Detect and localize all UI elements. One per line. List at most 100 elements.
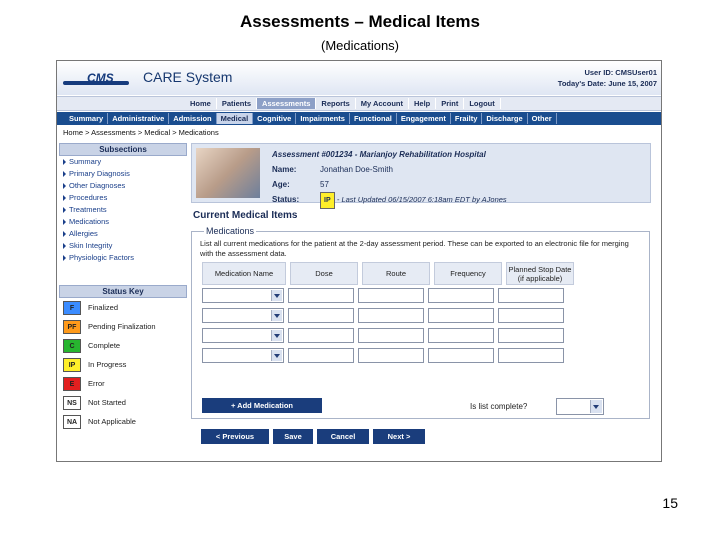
chevron-down-icon[interactable] [271, 350, 282, 361]
sidebar-item-label: Primary Diagnosis [69, 169, 130, 178]
tab-summary[interactable]: Summary [65, 113, 109, 124]
status-badge-icon: NA [63, 414, 81, 429]
sidebar-item-label: Treatments [69, 205, 107, 214]
add-medication-button[interactable]: + Add Medication [202, 398, 322, 413]
section-title: Current Medical Items [193, 210, 298, 221]
sub-nav: Summary Administrative Admission Medical Cog… [57, 112, 661, 125]
medication-name-select[interactable] [202, 288, 284, 303]
dose-input[interactable] [288, 288, 354, 303]
logo-text: CMS [87, 71, 114, 85]
breadcrumb: Home > Assessments > Medical > Medicatio… [63, 128, 219, 137]
tab-discharge[interactable]: Discharge [482, 113, 528, 124]
sidebar-item-skin-integrity[interactable]: Skin Integrity [59, 240, 187, 252]
assessment-info: Assessment #001234 - Marianjoy Rehabilit… [272, 147, 507, 209]
frequency-input[interactable] [428, 288, 494, 303]
medication-name-select[interactable] [202, 348, 284, 363]
stop-date-input[interactable] [498, 288, 564, 303]
tab-medical[interactable]: Medical [216, 113, 254, 124]
status-key-header: Status Key [59, 285, 187, 298]
stop-date-input[interactable] [498, 328, 564, 343]
sidebar-item-medications[interactable]: Medications [59, 216, 187, 228]
status-key-label: Not Started [88, 398, 126, 407]
column-header-route: Route [362, 262, 430, 285]
frequency-input[interactable] [428, 348, 494, 363]
previous-button[interactable]: < Previous [201, 429, 269, 444]
nav-item-patients[interactable]: Patients [217, 98, 258, 109]
chevron-down-icon[interactable] [271, 310, 282, 321]
status-key-label: Pending Finalization [88, 322, 156, 331]
is-list-complete-select[interactable] [556, 398, 604, 415]
nav-item-print[interactable]: Print [436, 98, 465, 109]
sidebar-item-summary[interactable]: Summary [59, 156, 187, 168]
tab-admission[interactable]: Admission [169, 113, 217, 124]
age-label: Age: [272, 180, 290, 189]
sidebar-item-other-diagnoses[interactable]: Other Diagnoses [59, 180, 187, 192]
chevron-down-icon[interactable] [271, 290, 282, 301]
subsections-header: Subsections [59, 143, 187, 156]
save-button[interactable]: Save [273, 429, 313, 444]
status-label: Status: [272, 195, 300, 204]
nav-item-help[interactable]: Help [409, 98, 437, 109]
sidebar-item-label: Physiologic Factors [69, 253, 135, 262]
sidebar-item-label: Procedures [69, 193, 108, 202]
column-header-frequency: Frequency [434, 262, 502, 285]
table-row [202, 348, 568, 363]
triangle-right-icon [63, 159, 66, 166]
tab-impairments[interactable]: Impairments [296, 113, 350, 124]
sidebar-item-physiologic-factors[interactable]: Physiologic Factors [59, 252, 187, 264]
stop-date-input[interactable] [498, 348, 564, 363]
route-input[interactable] [358, 288, 424, 303]
next-button[interactable]: Next > [373, 429, 425, 444]
status-key-label: Complete [88, 341, 121, 350]
route-input[interactable] [358, 308, 424, 323]
sidebar: Subsections Summary Primary Diagnosis Othe… [59, 143, 187, 459]
medications-fieldset: Medications List all current medications… [191, 226, 650, 419]
route-input[interactable] [358, 328, 424, 343]
route-input[interactable] [358, 348, 424, 363]
tab-frailty[interactable]: Frailty [451, 113, 483, 124]
tab-administrative[interactable]: Administrative [108, 113, 170, 124]
medications-rows [202, 288, 568, 368]
last-updated: - Last Updated 06/15/2007 6:18am EDT by … [336, 195, 507, 204]
dose-input[interactable] [288, 308, 354, 323]
nav-item-reports[interactable]: Reports [316, 98, 356, 109]
tab-other[interactable]: Other [528, 113, 557, 124]
dose-input[interactable] [288, 328, 354, 343]
chevron-down-icon[interactable] [590, 400, 602, 413]
stop-date-input[interactable] [498, 308, 564, 323]
action-bar: < Previous Save Cancel Next > [201, 429, 429, 444]
dose-input[interactable] [288, 348, 354, 363]
column-header-medication-name: Medication Name [202, 262, 286, 285]
status-key-error: E Error [59, 374, 187, 393]
tab-engagement[interactable]: Engagement [397, 113, 451, 124]
cms-logo: CMS [63, 67, 129, 87]
nav-item-logout[interactable]: Logout [464, 98, 501, 109]
medication-name-select[interactable] [202, 328, 284, 343]
triangle-right-icon [63, 231, 66, 238]
tab-functional[interactable]: Functional [350, 113, 397, 124]
table-row [202, 328, 568, 343]
status-badge-icon: NS [63, 395, 81, 410]
status-key-in-progress: IP In Progress [59, 355, 187, 374]
sidebar-item-treatments[interactable]: Treatments [59, 204, 187, 216]
nav-item-home[interactable]: Home [185, 98, 217, 109]
nav-item-assessments[interactable]: Assessments [257, 98, 317, 109]
tab-cognitive[interactable]: Cognitive [253, 113, 297, 124]
frequency-input[interactable] [428, 328, 494, 343]
nav-item-my-account[interactable]: My Account [356, 98, 409, 109]
sidebar-item-primary-diagnosis[interactable]: Primary Diagnosis [59, 168, 187, 180]
sidebar-item-allergies[interactable]: Allergies [59, 228, 187, 240]
medication-name-select[interactable] [202, 308, 284, 323]
patient-name: Jonathan Doe-Smith [320, 165, 393, 174]
chevron-down-icon[interactable] [271, 330, 282, 341]
sidebar-item-label: Allergies [69, 229, 98, 238]
frequency-input[interactable] [428, 308, 494, 323]
sidebar-item-label: Skin Integrity [69, 241, 113, 250]
triangle-right-icon [63, 195, 66, 202]
patient-age: 57 [320, 180, 329, 189]
sidebar-item-procedures[interactable]: Procedures [59, 192, 187, 204]
status-badge-icon: C [63, 338, 81, 353]
cancel-button[interactable]: Cancel [317, 429, 369, 444]
table-row [202, 288, 568, 303]
status-key-label: Finalized [88, 303, 119, 312]
